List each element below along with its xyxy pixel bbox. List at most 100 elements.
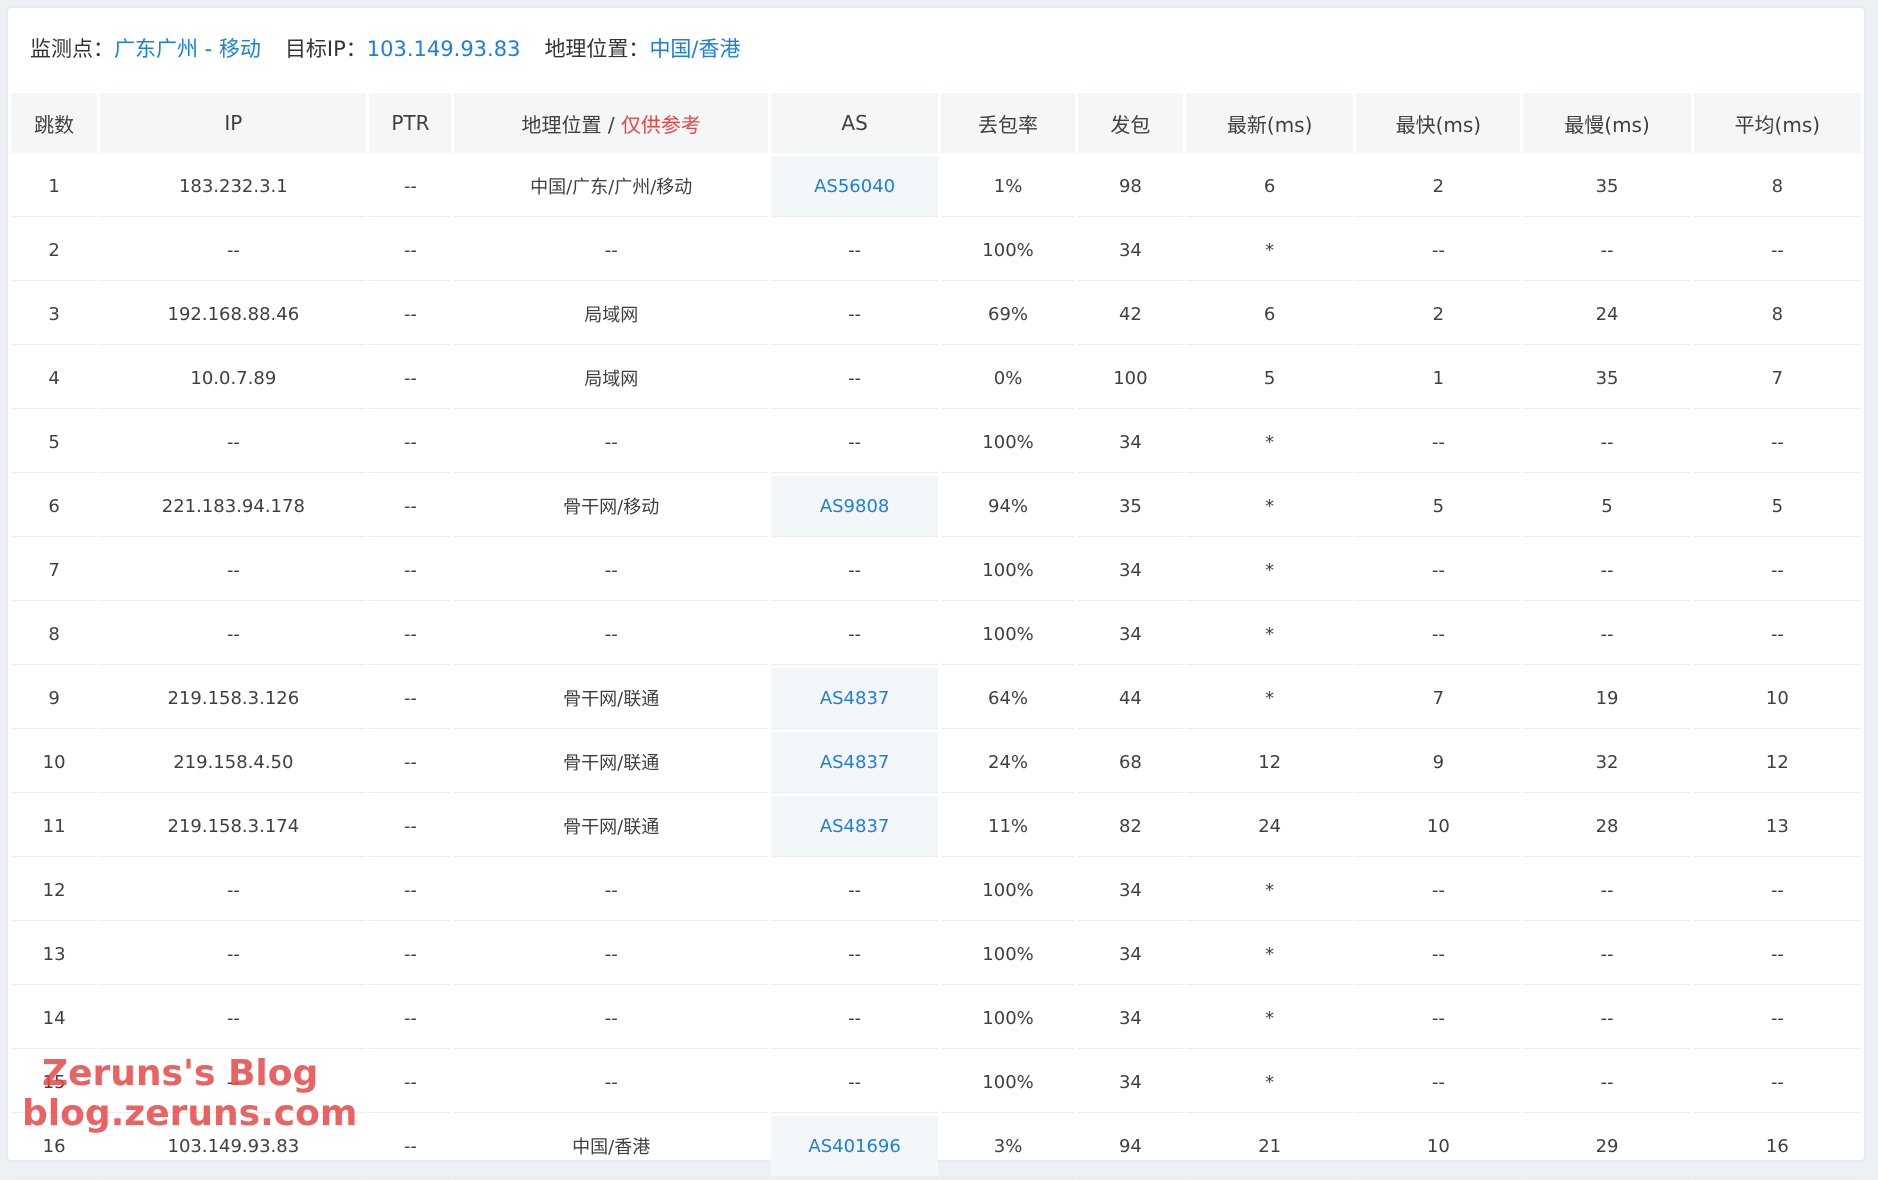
- cell-geo: --: [454, 412, 768, 473]
- cell-ip: 192.168.88.46: [100, 284, 367, 345]
- cell-geo: --: [454, 604, 768, 665]
- cell-sent: 68: [1077, 732, 1184, 793]
- header-geo: 地理位置 / 仅供参考: [454, 93, 768, 153]
- header-best: 最快(ms): [1356, 93, 1521, 153]
- cell-geo: 骨干网/联通: [454, 668, 768, 729]
- header-avg: 平均(ms): [1693, 93, 1861, 153]
- header-sent: 发包: [1077, 93, 1184, 153]
- as-value: --: [848, 367, 862, 389]
- cell-loss: 100%: [941, 860, 1075, 921]
- as-value: --: [848, 623, 862, 645]
- cell-as: AS56040: [770, 156, 939, 217]
- header-hop: 跳数: [11, 93, 98, 153]
- cell-worst: 32: [1523, 732, 1691, 793]
- cell-best: 2: [1356, 156, 1521, 217]
- cell-sent: 42: [1077, 284, 1184, 345]
- cell-worst: 35: [1523, 156, 1691, 217]
- header-geo-note: 仅供参考: [620, 112, 701, 137]
- cell-last: *: [1186, 540, 1354, 601]
- cell-worst: --: [1523, 860, 1691, 921]
- as-link[interactable]: AS4837: [820, 688, 890, 709]
- cell-best: --: [1356, 540, 1521, 601]
- cell-hop: 15: [11, 1052, 98, 1113]
- as-link[interactable]: AS9808: [820, 496, 890, 517]
- cell-ip: --: [100, 604, 367, 665]
- cell-loss: 94%: [941, 476, 1075, 537]
- cell-ptr: --: [369, 540, 452, 601]
- as-link[interactable]: AS4837: [820, 816, 890, 837]
- as-link[interactable]: AS4837: [820, 752, 890, 773]
- cell-ptr: --: [369, 412, 452, 473]
- cell-ptr: --: [369, 988, 452, 1049]
- cell-ip: 219.158.3.174: [100, 796, 367, 857]
- as-value: --: [848, 943, 862, 965]
- as-value: --: [848, 559, 862, 581]
- cell-sent: 34: [1077, 860, 1184, 921]
- cell-ip: 221.183.94.178: [100, 476, 367, 537]
- as-value: --: [848, 1007, 862, 1029]
- cell-sent: 34: [1077, 412, 1184, 473]
- cell-geo: --: [454, 540, 768, 601]
- target-ip: 目标IP：103.149.93.83: [285, 33, 521, 63]
- cell-sent: 34: [1077, 220, 1184, 281]
- cell-avg: 5: [1693, 476, 1861, 537]
- cell-sent: 82: [1077, 796, 1184, 857]
- cell-as: --: [770, 412, 939, 473]
- cell-ip: --: [100, 220, 367, 281]
- cell-loss: 100%: [941, 540, 1075, 601]
- cell-worst: 28: [1523, 796, 1691, 857]
- cell-hop: 2: [11, 220, 98, 281]
- cell-hop: 4: [11, 348, 98, 409]
- cell-worst: --: [1523, 412, 1691, 473]
- cell-ptr: --: [369, 796, 452, 857]
- cell-geo: 骨干网/移动: [454, 476, 768, 537]
- cell-sent: 100: [1077, 348, 1184, 409]
- header-worst: 最慢(ms): [1523, 93, 1691, 153]
- cell-avg: --: [1693, 988, 1861, 1049]
- cell-hop: 3: [11, 284, 98, 345]
- cell-ip: --: [100, 988, 367, 1049]
- cell-best: 10: [1356, 1116, 1521, 1177]
- cell-last: *: [1186, 860, 1354, 921]
- cell-hop: 9: [11, 668, 98, 729]
- table-body: 1 183.232.3.1 -- 中国/广东/广州/移动 AS56040 1% 98 6 2 35…: [11, 156, 1861, 1177]
- cell-avg: 16: [1693, 1116, 1861, 1177]
- cell-loss: 100%: [941, 604, 1075, 665]
- cell-sent: 35: [1077, 476, 1184, 537]
- cell-loss: 64%: [941, 668, 1075, 729]
- cell-ptr: --: [369, 860, 452, 921]
- table-row: 1 183.232.3.1 -- 中国/广东/广州/移动 AS56040 1% 98 6 2 35…: [11, 156, 1861, 217]
- cell-ptr: --: [369, 604, 452, 665]
- cell-best: --: [1356, 860, 1521, 921]
- cell-loss: 100%: [941, 220, 1075, 281]
- monitor-value: 广东广州 - 移动: [114, 37, 261, 61]
- cell-geo: 中国/广东/广州/移动: [454, 156, 768, 217]
- cell-best: --: [1356, 924, 1521, 985]
- cell-as: AS4837: [770, 732, 939, 793]
- cell-sent: 94: [1077, 1116, 1184, 1177]
- cell-ip: --: [100, 412, 367, 473]
- table-header-row: 跳数 IP PTR 地理位置 / 仅供参考 AS 丢包率 发包 最新(ms) 最…: [11, 93, 1861, 153]
- cell-geo: --: [454, 1052, 768, 1113]
- cell-hop: 8: [11, 604, 98, 665]
- cell-ptr: --: [369, 668, 452, 729]
- cell-loss: 0%: [941, 348, 1075, 409]
- cell-ip: --: [100, 860, 367, 921]
- cell-sent: 98: [1077, 156, 1184, 217]
- cell-best: --: [1356, 412, 1521, 473]
- cell-best: 1: [1356, 348, 1521, 409]
- table-row: 7 -- -- -- -- 100% 34 * -- -- --: [11, 540, 1861, 601]
- cell-last: *: [1186, 604, 1354, 665]
- as-link[interactable]: AS401696: [808, 1136, 900, 1157]
- cell-avg: 13: [1693, 796, 1861, 857]
- cell-as: AS9808: [770, 476, 939, 537]
- header-ip: IP: [100, 93, 367, 153]
- cell-ip: 219.158.4.50: [100, 732, 367, 793]
- cell-hop: 13: [11, 924, 98, 985]
- table-row: 4 10.0.7.89 -- 局域网 -- 0% 100 5 1 35 7: [11, 348, 1861, 409]
- cell-worst: --: [1523, 924, 1691, 985]
- cell-loss: 69%: [941, 284, 1075, 345]
- table-row: 2 -- -- -- -- 100% 34 * -- -- --: [11, 220, 1861, 281]
- as-value: --: [848, 1071, 862, 1093]
- as-link[interactable]: AS56040: [814, 176, 895, 197]
